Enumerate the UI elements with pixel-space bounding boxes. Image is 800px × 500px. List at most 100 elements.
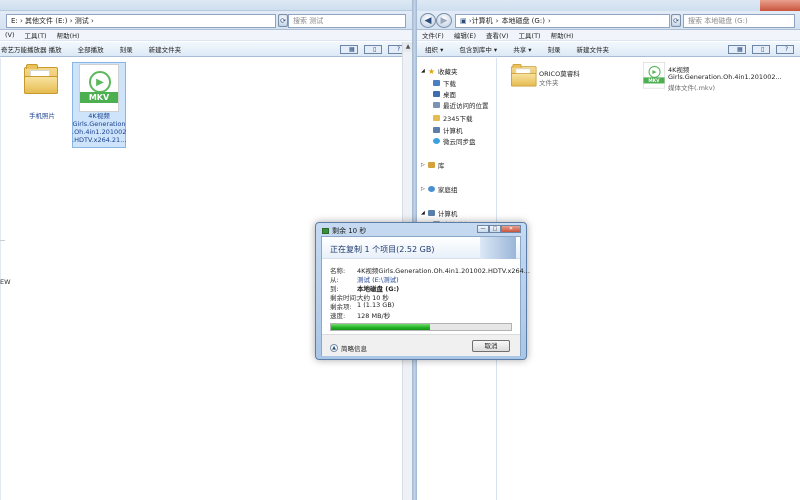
cloud-icon (433, 138, 440, 144)
nav-desktop[interactable]: 桌面 (433, 89, 456, 99)
nav-library[interactable]: ▷ 库 (421, 160, 444, 170)
dialog-controls: — □ ✕ (477, 225, 521, 233)
nav-desktop-label: 桌面 (443, 91, 456, 99)
nav-downloads[interactable]: 下载 (433, 78, 456, 88)
nav-2345-label: 2345下载 (443, 115, 473, 123)
mkv-caption-line-2: Girls.Generation (72, 120, 126, 128)
nav-favorites[interactable]: ◢ ★ 收藏夹 (421, 66, 458, 77)
right-menu-file[interactable]: 文件(F) (417, 30, 449, 40)
maximize-icon[interactable]: □ (489, 225, 501, 233)
mkv-file-icon: ▶ MKV (79, 64, 119, 112)
mkv-caption-line-3: .Oh.4in1.201002 (72, 128, 127, 136)
folder-label: 手机照片 (29, 112, 55, 120)
folder-item-photos[interactable]: 手机照片 (22, 60, 62, 122)
file-item-mkv[interactable]: ▶ MKV 4K视频 Girls.Generation.Oh.4in1.2010… (643, 62, 793, 96)
right-mkv-icon: ▶ MKV (643, 62, 665, 89)
left-address-bar[interactable]: E: › 其他文件 (E:) › 测试 › (6, 14, 276, 28)
copy-progress-dialog: 剩余 10 秒 — □ ✕ 正在复制 1 个项目(2.52 GB) 名称: 4K… (315, 222, 530, 360)
file-item-orico[interactable]: ORICO莫睿科 文件夹 (509, 62, 629, 96)
right-cmd-organize[interactable]: 组织 ▾ (417, 44, 451, 54)
right-play-icon: ▶ (648, 65, 661, 78)
right-menu-bar: 文件(F) 编辑(E) 查看(V) 工具(T) 帮助(H) (417, 30, 800, 41)
left-menu-help[interactable]: 帮助(H) (52, 30, 85, 40)
more-info-label: 简略信息 (341, 345, 367, 353)
mkv-type: 媒体文件(.mkv) (668, 84, 716, 92)
right-view-icons: ▦ ▯ ? (728, 45, 794, 54)
right-menu-edit[interactable]: 编辑(E) (449, 30, 481, 40)
nav-2345[interactable]: 2345下载 (433, 113, 473, 123)
folder-small-icon (433, 115, 440, 121)
right-search-placeholder: 搜索 本地磁盘 (G:) (688, 17, 748, 25)
right-menu-view[interactable]: 查看(V) (481, 30, 514, 40)
breadcrumb-sep-icon: › (495, 17, 499, 25)
nav-favorites-label: 收藏夹 (438, 68, 458, 76)
nav-computer[interactable]: ◢ 计算机 (421, 208, 457, 218)
right-address-bar[interactable]: ▣ › 计算机 › 本地磁盘 (G:) › (455, 14, 670, 28)
nav-weiyun[interactable]: 微云同步盘 (433, 136, 476, 146)
forward-arrow-icon[interactable]: ▶ (436, 13, 452, 28)
expand-icon: ▷ (421, 162, 425, 168)
right-cmd-share[interactable]: 共享 ▾ (505, 44, 539, 54)
nav-library-label: 库 (437, 162, 445, 170)
minimize-icon[interactable]: — (477, 225, 489, 233)
copy-progress-bar (330, 323, 512, 331)
play-icon: ▶ (89, 71, 111, 93)
left-cmd-burn[interactable]: 刻录 (112, 44, 141, 54)
left-search-placeholder: 搜索 测试 (293, 17, 324, 25)
right-cmd-burn[interactable]: 刻录 (540, 44, 569, 54)
right-view-options-icon[interactable]: ▦ (728, 45, 746, 54)
nav-recent-label: 最近访问的位置 (443, 102, 489, 110)
nav-downloads-label: 下载 (443, 80, 456, 88)
right-top-strip (417, 0, 800, 11)
star-icon: ★ (427, 66, 436, 76)
dialog-titlebar: 剩余 10 秒 (322, 226, 366, 236)
left-search-input[interactable]: 搜索 测试 (288, 14, 406, 28)
left-nav-divider (0, 240, 5, 241)
left-address-text: E: › 其他文件 (E:) › 测试 › (11, 17, 94, 25)
more-info-toggle[interactable]: ▲ 简略信息 (330, 343, 367, 353)
row-speed-key: 速度: (330, 312, 346, 320)
right-refresh-icon[interactable]: ⟳ (671, 14, 681, 27)
nav-homegroup[interactable]: ▷ 家庭组 (421, 184, 457, 194)
view-options-icon[interactable]: ▦ (340, 45, 358, 54)
back-arrow-icon[interactable]: ◀ (420, 13, 436, 28)
nav-computer-fav[interactable]: 计算机 (433, 125, 463, 135)
left-view-icons: ▦ ▯ ? (340, 45, 406, 54)
mkv-caption: 4K视频 Girls.Generation .Oh.4in1.201002 .H… (72, 112, 126, 144)
left-cmd-newfolder[interactable]: 新建文件夹 (141, 44, 190, 54)
right-search-input[interactable]: 搜索 本地磁盘 (G:) (683, 14, 795, 28)
left-address-row: E: › 其他文件 (E:) › 测试 › ⟳ 搜索 测试 (0, 11, 412, 30)
dialog-header-graphic (480, 237, 516, 259)
orico-folder-icon (511, 64, 537, 87)
breadcrumb-sep-icon-2: › (547, 17, 551, 25)
left-refresh-icon[interactable]: ⟳ (278, 14, 288, 27)
breadcrumb-computer[interactable]: 计算机 (472, 16, 493, 26)
mkv-name-2: Girls.Generation.Oh.4in1.201002... (668, 73, 782, 81)
nav-recent[interactable]: 最近访问的位置 (433, 100, 489, 110)
nav-computer-label: 计算机 (437, 210, 458, 218)
right-help-icon[interactable]: ? (776, 45, 794, 54)
mkv-caption-line-4: .HDTV.x264.21... (72, 136, 127, 144)
nav-computer-fav-label: 计算机 (443, 127, 463, 135)
right-cmd-newfolder[interactable]: 新建文件夹 (569, 44, 618, 54)
recent-places-icon (433, 102, 440, 108)
preview-pane-icon[interactable]: ▯ (364, 45, 382, 54)
right-preview-pane-icon[interactable]: ▯ (752, 45, 770, 54)
folder-icon (24, 64, 58, 94)
close-window-icon[interactable] (760, 0, 800, 11)
right-cmd-library[interactable]: 包含到库中 ▾ (451, 44, 505, 54)
right-menu-tools[interactable]: 工具(T) (514, 30, 546, 40)
cancel-button[interactable]: 取消 (472, 340, 510, 352)
homegroup-icon (427, 186, 435, 192)
left-cmd-play[interactable]: 奇艺万能播放器 播放 (0, 44, 70, 54)
left-cmd-playall[interactable]: 全部播放 (70, 44, 112, 54)
dialog-header: 正在复制 1 个项目(2.52 GB) (322, 237, 520, 259)
left-menu-tools[interactable]: 工具(T) (20, 30, 52, 40)
row-speed: 速度: 128 MB/秒 (330, 310, 390, 320)
left-menu-view[interactable]: (V) (0, 31, 20, 39)
breadcrumb-drive[interactable]: 本地磁盘 (G:) (501, 16, 544, 26)
download-folder-icon (433, 80, 440, 86)
right-menu-help[interactable]: 帮助(H) (546, 30, 579, 40)
dialog-close-icon[interactable]: ✕ (501, 225, 521, 233)
right-mkv-badge: MKV (643, 77, 665, 84)
